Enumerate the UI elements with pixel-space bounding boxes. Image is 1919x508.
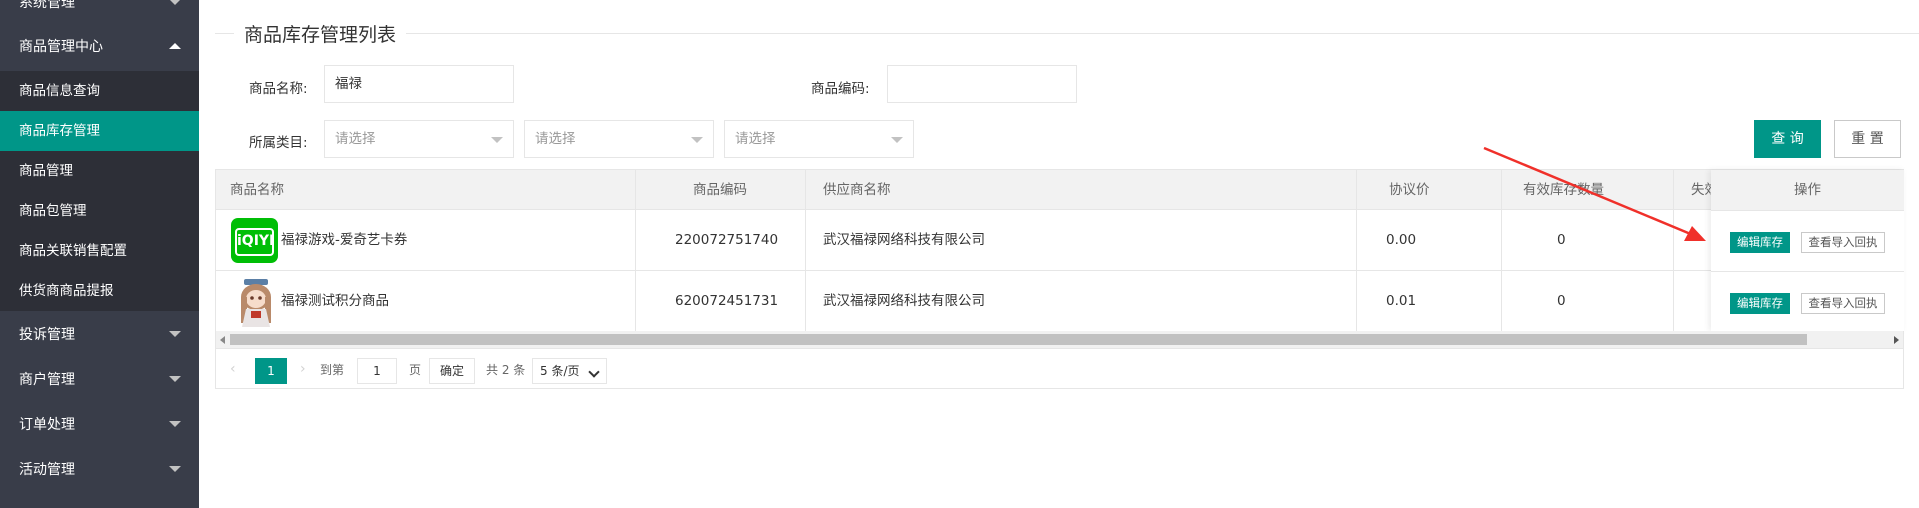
page-input[interactable]: 1 <box>357 358 397 384</box>
cell-code: 220072751740 <box>675 232 779 248</box>
chevron-down-icon <box>169 465 181 472</box>
menu-activities[interactable]: 活动管理 <box>0 446 199 491</box>
next-page-icon[interactable]: › <box>300 361 306 377</box>
legend-divider <box>215 33 1919 34</box>
scroll-thumb[interactable] <box>230 334 1807 345</box>
th-code: 商品编码 <box>693 182 747 198</box>
ops-cell: 编辑库存 查看导入回执 <box>1711 272 1904 333</box>
sidebar-item-package-management[interactable]: 商品包管理 <box>0 191 199 231</box>
cell-name: 福禄游戏-爱奇艺卡券 <box>281 232 408 248</box>
ops-cell: 编辑库存 查看导入回执 <box>1711 211 1904 272</box>
table-header: 商品名称 商品编码 供应商名称 协议价 有效库存数量 失效 <box>216 170 1903 210</box>
chevron-down-icon <box>169 420 181 427</box>
horizontal-scrollbar[interactable] <box>216 331 1903 348</box>
cell-stock: 0 <box>1557 293 1566 309</box>
sidebar-item-stock-management[interactable]: 商品库存管理 <box>0 111 199 151</box>
sidebar-item-product-query[interactable]: 商品信息查询 <box>0 71 199 111</box>
th-ops: 操作 <box>1711 170 1904 211</box>
menu-system[interactable]: 系统管理 <box>0 0 199 11</box>
th-price: 协议价 <box>1389 182 1430 198</box>
iqiyi-logo: iQIYI <box>231 218 278 263</box>
cell-code: 620072451731 <box>675 293 779 309</box>
category-select-1[interactable]: 请选择 <box>324 120 514 158</box>
menu-orders-label: 订单处理 <box>19 416 75 433</box>
main-content: 商品库存管理列表 商品名称: 福禄 商品编码: 所属类目: 请选择 请选择 请选… <box>199 0 1919 508</box>
th-stock: 有效库存数量 <box>1523 182 1604 198</box>
fixed-ops-column: 操作 编辑库存 查看导入回执 编辑库存 查看导入回执 <box>1711 170 1904 333</box>
view-import-receipt-button[interactable]: 查看导入回执 <box>1801 232 1885 253</box>
chevron-up-icon <box>169 43 181 49</box>
page-unit-label: 页 <box>409 363 422 377</box>
menu-activities-label: 活动管理 <box>19 461 75 478</box>
stock-table: 商品名称 商品编码 供应商名称 协议价 有效库存数量 失效 iQIYI 福禄游戏… <box>215 169 1904 389</box>
cell-price: 0.01 <box>1386 293 1417 309</box>
confirm-page-button[interactable]: 确定 <box>429 358 475 384</box>
sidebar-item-related-sales[interactable]: 商品关联销售配置 <box>0 231 199 271</box>
page-size-value: 5 条/页 <box>540 364 580 378</box>
cell-name: 福禄测试积分商品 <box>281 293 389 309</box>
edit-stock-button[interactable]: 编辑库存 <box>1730 293 1790 314</box>
anime-girl-avatar <box>241 279 271 327</box>
category-select-1-value: 请选择 <box>335 131 376 147</box>
page-size-select[interactable]: 5 条/页 <box>532 358 607 384</box>
th-name: 商品名称 <box>230 182 284 198</box>
category-select-3-value: 请选择 <box>735 131 776 147</box>
cell-stock: 0 <box>1557 232 1566 248</box>
code-label: 商品编码: <box>811 81 870 97</box>
page-current[interactable]: 1 <box>255 358 287 384</box>
name-input[interactable]: 福禄 <box>324 65 514 103</box>
query-button[interactable]: 查 询 <box>1754 120 1821 158</box>
prev-page-icon[interactable]: ‹ <box>230 361 236 377</box>
sidebar-item-supplier-report[interactable]: 供货商商品提报 <box>0 271 199 311</box>
table-row: iQIYI 福禄游戏-爱奇艺卡券 220072751740 武汉福禄网络科技有限… <box>216 210 1903 271</box>
view-import-receipt-button[interactable]: 查看导入回执 <box>1801 293 1885 314</box>
th-supplier: 供应商名称 <box>823 182 891 198</box>
menu-orders[interactable]: 订单处理 <box>0 401 199 446</box>
chevron-down-icon <box>169 375 181 382</box>
menu-product-center[interactable]: 商品管理中心 <box>0 21 199 71</box>
menu-complaints-label: 投诉管理 <box>19 326 75 343</box>
chevron-down-icon <box>169 330 181 337</box>
sidebar: 系统管理 商品管理中心 商品信息查询 商品库存管理 商品管理 商品包管理 商品关… <box>0 0 199 508</box>
edit-stock-button[interactable]: 编辑库存 <box>1730 232 1790 253</box>
reset-button[interactable]: 重 置 <box>1834 120 1901 158</box>
col-divider <box>635 170 636 331</box>
name-label: 商品名称: <box>249 81 308 97</box>
category-label: 所属类目: <box>249 135 308 151</box>
category-select-2-value: 请选择 <box>535 131 576 147</box>
category-select-3[interactable]: 请选择 <box>724 120 914 158</box>
table-row: 福禄测试积分商品 620072451731 武汉福禄网络科技有限公司 0.01 … <box>216 271 1903 332</box>
col-divider <box>805 170 806 331</box>
cell-supplier: 武汉福禄网络科技有限公司 <box>823 232 985 248</box>
scroll-left-icon[interactable] <box>220 336 225 344</box>
cell-supplier: 武汉福禄网络科技有限公司 <box>823 293 985 309</box>
menu-product-center-label: 商品管理中心 <box>19 39 103 55</box>
scroll-right-icon[interactable] <box>1894 336 1899 344</box>
menu-merchants[interactable]: 商户管理 <box>0 356 199 401</box>
chevron-down-icon <box>169 0 181 5</box>
menu-merchants-label: 商户管理 <box>19 371 75 388</box>
sidebar-item-product-management[interactable]: 商品管理 <box>0 151 199 191</box>
cell-price: 0.00 <box>1386 232 1417 248</box>
col-divider <box>1673 170 1674 331</box>
code-input[interactable] <box>887 65 1077 103</box>
submenu-product-center: 商品信息查询 商品库存管理 商品管理 商品包管理 商品关联销售配置 供货商商品提… <box>0 71 199 311</box>
total-count: 共 2 条 <box>486 363 526 377</box>
col-divider <box>1501 170 1502 331</box>
pagination: ‹ 1 › 到第 1 页 确定 共 2 条 5 条/页 <box>216 348 1903 389</box>
goto-label: 到第 <box>320 363 345 377</box>
chevron-down-icon <box>491 137 503 143</box>
chevron-down-icon <box>891 137 903 143</box>
page-title: 商品库存管理列表 <box>234 20 407 47</box>
col-divider <box>1356 170 1357 331</box>
menu-complaints[interactable]: 投诉管理 <box>0 311 199 356</box>
category-select-2[interactable]: 请选择 <box>524 120 714 158</box>
menu-system-label: 系统管理 <box>19 0 75 11</box>
chevron-down-icon <box>691 137 703 143</box>
chevron-down-icon <box>588 366 600 378</box>
